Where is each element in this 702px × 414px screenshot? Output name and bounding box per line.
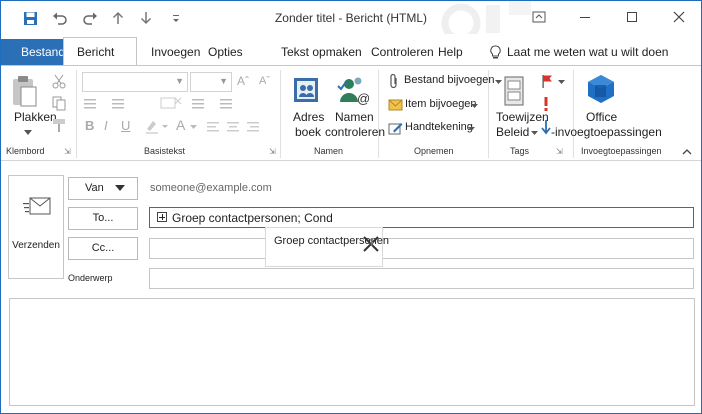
- tab-file[interactable]: Bestand: [1, 39, 63, 65]
- font-color-dropdown-icon[interactable]: [188, 123, 198, 131]
- office-addins-icon[interactable]: [585, 72, 617, 106]
- attach-item-button[interactable]: Item bijvoegen: [405, 98, 477, 110]
- address-book-label-2[interactable]: boek: [295, 125, 321, 139]
- tab-insert[interactable]: Invoegen: [151, 45, 200, 59]
- collapse-ribbon-icon[interactable]: [680, 146, 694, 158]
- expand-group-icon[interactable]: [157, 212, 167, 222]
- ribbon-display-icon[interactable]: [525, 7, 553, 27]
- group-label-include: Opnemen: [414, 146, 454, 156]
- underline-icon[interactable]: U: [121, 118, 130, 133]
- assign-policy-icon[interactable]: [501, 74, 527, 108]
- assign-policy-dropdown-icon[interactable]: [529, 129, 539, 137]
- from-button-label: Van: [85, 182, 104, 194]
- align-buttons-row: [207, 120, 267, 134]
- tab-message[interactable]: Bericht: [63, 37, 137, 67]
- group-label-names: Namen: [314, 146, 344, 156]
- clipboard-launcher-icon[interactable]: ⇲: [64, 147, 71, 156]
- paperclip-icon: [387, 73, 401, 89]
- maximize-icon[interactable]: [618, 7, 646, 27]
- shrink-font-icon[interactable]: Aˇ: [259, 75, 270, 87]
- title-bar: Zonder titel - Bericht (HTML): [1, 1, 701, 34]
- watermark-icon: [441, 1, 531, 34]
- office-addins-label-1[interactable]: Office: [586, 110, 617, 124]
- grow-font-icon[interactable]: Aˆ: [237, 74, 249, 88]
- send-envelope-icon: [21, 194, 53, 220]
- tags-launcher-icon[interactable]: ⇲: [556, 147, 563, 156]
- italic-icon[interactable]: I: [104, 118, 108, 133]
- group-label-clipboard: Klembord: [6, 146, 45, 156]
- attach-item-icon: [387, 97, 403, 113]
- group-separator: [378, 70, 379, 158]
- lightbulb-icon: [488, 44, 502, 60]
- outlook-message-window: Zonder titel - Bericht (HTML) Bestand Be…: [1, 1, 701, 413]
- cut-icon[interactable]: [51, 73, 67, 89]
- no-drop-cursor-icon: [360, 234, 382, 254]
- copy-icon[interactable]: [51, 95, 67, 111]
- to-field[interactable]: Groep contactpersonen; Cond: [149, 207, 694, 228]
- group-separator: [76, 70, 77, 158]
- group-label-basic-text: Basistekst: [144, 146, 186, 156]
- follow-up-flag-icon[interactable]: [539, 73, 555, 89]
- follow-up-dropdown-icon[interactable]: [556, 78, 566, 86]
- clear-format-icon[interactable]: [156, 96, 186, 112]
- format-painter-icon[interactable]: [51, 117, 67, 133]
- cc-button[interactable]: Cc...: [68, 237, 138, 260]
- send-button[interactable]: Verzenden: [8, 175, 64, 279]
- group-separator: [573, 70, 574, 158]
- to-button[interactable]: To...: [68, 207, 138, 230]
- svg-text:@: @: [357, 91, 370, 106]
- font-color-icon[interactable]: A: [176, 117, 185, 133]
- group-label-tags: Tags: [510, 146, 530, 156]
- tab-format-text[interactable]: Tekst opmaken: [281, 45, 362, 59]
- group-separator: [280, 70, 281, 158]
- to-field-value: Groep contactpersonen; Cond: [172, 211, 333, 225]
- cc-field[interactable]: [149, 238, 694, 259]
- from-button[interactable]: Van: [68, 177, 138, 200]
- tab-options[interactable]: Opties: [208, 45, 243, 59]
- paste-dropdown-icon[interactable]: [23, 128, 33, 136]
- attach-file-button[interactable]: Bestand bijvoegen: [404, 74, 495, 86]
- assign-policy-label-2[interactable]: Beleid: [496, 125, 529, 139]
- message-body[interactable]: [9, 298, 695, 406]
- address-book-icon[interactable]: [290, 74, 322, 106]
- group-separator: [488, 70, 489, 158]
- signature-button[interactable]: Handtekening: [405, 121, 473, 133]
- high-importance-icon[interactable]: [539, 95, 553, 113]
- highlight-icon[interactable]: [142, 119, 172, 135]
- send-label: Verzenden: [12, 240, 60, 251]
- paste-icon[interactable]: [11, 74, 37, 108]
- close-icon[interactable]: [665, 7, 693, 27]
- font-size-combo[interactable]: ▼: [190, 72, 232, 92]
- signature-icon: [387, 120, 403, 136]
- tell-me-search[interactable]: Laat me weten wat u wilt doen: [507, 45, 668, 59]
- group-label-addins: Invoegtoepassingen: [581, 146, 662, 156]
- check-names-label-1[interactable]: Namen: [335, 110, 374, 124]
- from-address: someone@example.com: [150, 182, 272, 194]
- tab-help[interactable]: Help: [438, 45, 463, 59]
- subject-label: Onderwerp: [68, 273, 113, 283]
- chevron-down-icon: [115, 178, 125, 199]
- minimize-icon[interactable]: [571, 7, 599, 27]
- ribbon: Plakken Klembord ⇲ ▼ ▼ Aˆ Aˇ B I U A Bas…: [1, 65, 701, 161]
- basic-text-launcher-icon[interactable]: ⇲: [269, 147, 276, 156]
- address-book-label-1[interactable]: Adres: [293, 110, 324, 124]
- signature-dropdown-icon[interactable]: [466, 125, 476, 133]
- check-names-label-2[interactable]: controleren: [325, 125, 385, 139]
- tab-review[interactable]: Controleren: [371, 45, 434, 59]
- check-names-icon[interactable]: @: [336, 74, 370, 106]
- attach-item-dropdown-icon[interactable]: [469, 102, 479, 110]
- office-addins-label-2[interactable]: -invoegtoepassingen: [551, 125, 662, 139]
- bold-icon[interactable]: B: [85, 118, 94, 133]
- subject-field[interactable]: [149, 268, 694, 289]
- drag-ghost: Groep contactpersonen: [265, 227, 389, 267]
- font-family-combo[interactable]: ▼: [82, 72, 188, 92]
- ribbon-tabs: Bestand Bericht Invoegen Opties Tekst op…: [1, 35, 701, 67]
